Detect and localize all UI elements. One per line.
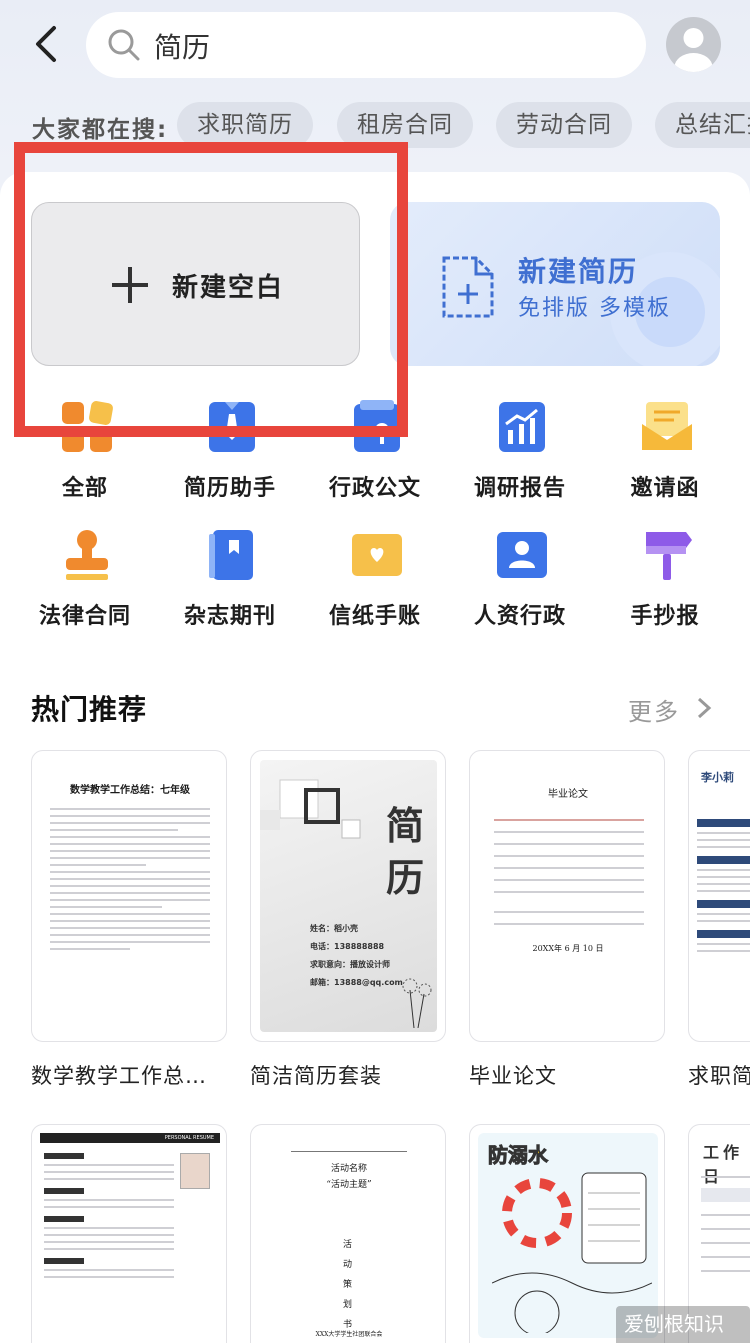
thesis-date: 20XX年 6 月 10 日	[532, 944, 604, 953]
contact-fields: 姓名：稻小壳 电话：138888888 求职意向：播放设计师 邮箱：13888@…	[310, 920, 403, 992]
category-label: 行政公文	[328, 476, 421, 501]
category-label: 杂志期刊	[183, 604, 276, 629]
resume-lines	[697, 815, 750, 957]
template-heading: PERSONAL RESUME	[40, 1133, 220, 1143]
user-icon	[674, 28, 713, 72]
template-label[interactable]: 简洁简历套装	[250, 1060, 446, 1090]
magazine-icon	[209, 530, 253, 580]
category-label: 法律合同	[38, 604, 131, 629]
hot-search-chip[interactable]: 总结汇报	[655, 102, 750, 148]
official-doc-icon	[354, 400, 400, 452]
grid-icon	[62, 401, 113, 452]
category-label: 人资行政	[473, 604, 566, 629]
section-title: 热门推荐	[31, 693, 148, 726]
text-lines	[50, 803, 210, 955]
resume-lines	[44, 1151, 174, 1283]
template-card[interactable]: PERSONAL RESUME	[31, 1124, 227, 1343]
contact-phone: 电话：138888888	[310, 942, 385, 951]
new-resume-title: 新建简历	[518, 255, 639, 288]
category-label: 全部	[61, 476, 108, 501]
template-subheading: “活动主题”	[326, 1180, 372, 1190]
watermark: 爱刨根知识网	[616, 1306, 750, 1343]
category-label: 信纸手账	[328, 604, 421, 629]
template-card[interactable]: 毕业论文 20XX年 6 月 10 日	[469, 750, 665, 1042]
category-handwritten-paper[interactable]: 手抄报	[592, 528, 738, 648]
template-heading: 活动名称	[330, 1164, 367, 1174]
hr-person-icon	[497, 532, 547, 578]
form-lines	[494, 809, 644, 935]
category-label: 手抄报	[630, 604, 700, 629]
top-bar: 简历 大家都在搜: 求职简历 租房合同 劳动合同 总结汇报	[0, 0, 750, 175]
letter-icon	[352, 534, 402, 576]
more-link[interactable]: 更多	[628, 692, 680, 727]
template-label[interactable]: 求职简历	[688, 1060, 750, 1090]
hot-search-label: 大家都在搜:	[32, 117, 169, 143]
category-official-doc[interactable]: 行政公文	[302, 400, 448, 520]
vertical-title: 活动策划书	[343, 1240, 353, 1330]
hot-search-chip[interactable]: 劳动合同	[496, 102, 632, 148]
category-all[interactable]: 全部	[12, 400, 158, 520]
hot-search-chip[interactable]: 求职简历	[177, 102, 313, 148]
category-label: 邀请函	[630, 476, 700, 501]
template-card[interactable]: 李小莉	[688, 750, 750, 1042]
category-research-report[interactable]: 调研报告	[447, 400, 593, 520]
table-lines	[701, 1171, 750, 1284]
template-heading: 数学教学工作总结：七年级	[70, 785, 190, 796]
template-card[interactable]: 数学教学工作总结：七年级	[31, 750, 227, 1042]
stamp-icon	[66, 530, 108, 580]
category-hr-admin[interactable]: 人资行政	[447, 528, 593, 648]
new-resume-button[interactable]: 新建简历 免排版 多模板	[390, 202, 720, 366]
dandelion-icon	[402, 978, 432, 1028]
plus-icon	[112, 267, 148, 303]
template-heading: 简历	[386, 803, 425, 900]
contact-intent: 求职意向：播放设计师	[310, 960, 390, 969]
top-rule	[291, 1151, 407, 1152]
search-query: 简历	[154, 31, 211, 64]
avatar[interactable]	[666, 17, 721, 72]
hot-search-chip[interactable]: 租房合同	[337, 102, 473, 148]
category-resume-assistant[interactable]: 简历助手	[157, 400, 303, 520]
category-magazine[interactable]: 杂志期刊	[157, 528, 303, 648]
contact-name: 姓名：稻小壳	[310, 924, 358, 933]
template-heading: 毕业论文	[548, 789, 588, 800]
category-invitation[interactable]: 邀请函	[592, 400, 738, 520]
new-blank-label: 新建空白	[172, 273, 285, 303]
template-label[interactable]: 毕业论文	[469, 1060, 665, 1090]
hot-search-row: 大家都在搜: 求职简历 租房合同 劳动合同 总结汇报	[0, 102, 750, 150]
new-blank-button[interactable]: 新建空白	[31, 202, 360, 366]
invitation-envelope-icon	[642, 402, 692, 450]
template-label[interactable]: 数学教学工作总…	[31, 1060, 227, 1090]
new-document-icon	[442, 256, 494, 318]
search-icon	[108, 29, 140, 61]
category-label: 调研报告	[473, 476, 566, 501]
new-resume-subtitle: 免排版 多模板	[518, 296, 671, 321]
template-heading: 李小莉	[701, 771, 734, 784]
resume-tie-icon	[209, 402, 255, 452]
paint-brush-icon	[646, 532, 692, 580]
chevron-right-icon[interactable]	[696, 697, 712, 719]
squares-decor-icon	[260, 779, 361, 839]
template-card[interactable]: 活动名称 “活动主题” 活动策划书 XXX大学学生社团联合会	[250, 1124, 446, 1343]
report-chart-icon	[499, 402, 545, 452]
search-input[interactable]: 简历	[86, 12, 646, 78]
category-label: 简历助手	[183, 476, 276, 501]
category-letter-paper[interactable]: 信纸手账	[302, 528, 448, 648]
category-legal-contract[interactable]: 法律合同	[12, 528, 158, 648]
photo-placeholder	[180, 1153, 210, 1189]
back-arrow-icon[interactable]	[30, 22, 64, 66]
contact-email: 邮箱：13888@qq.com	[310, 978, 403, 987]
cover-background: 简历 姓名：稻小壳 电话：138888888 求职意向：播放设计师 邮箱：138…	[260, 760, 437, 1032]
template-footer: XXX大学学生社团联合会	[315, 1331, 383, 1338]
template-card[interactable]: 简历 姓名：稻小壳 电话：138888888 求职意向：播放设计师 邮箱：138…	[250, 750, 446, 1042]
